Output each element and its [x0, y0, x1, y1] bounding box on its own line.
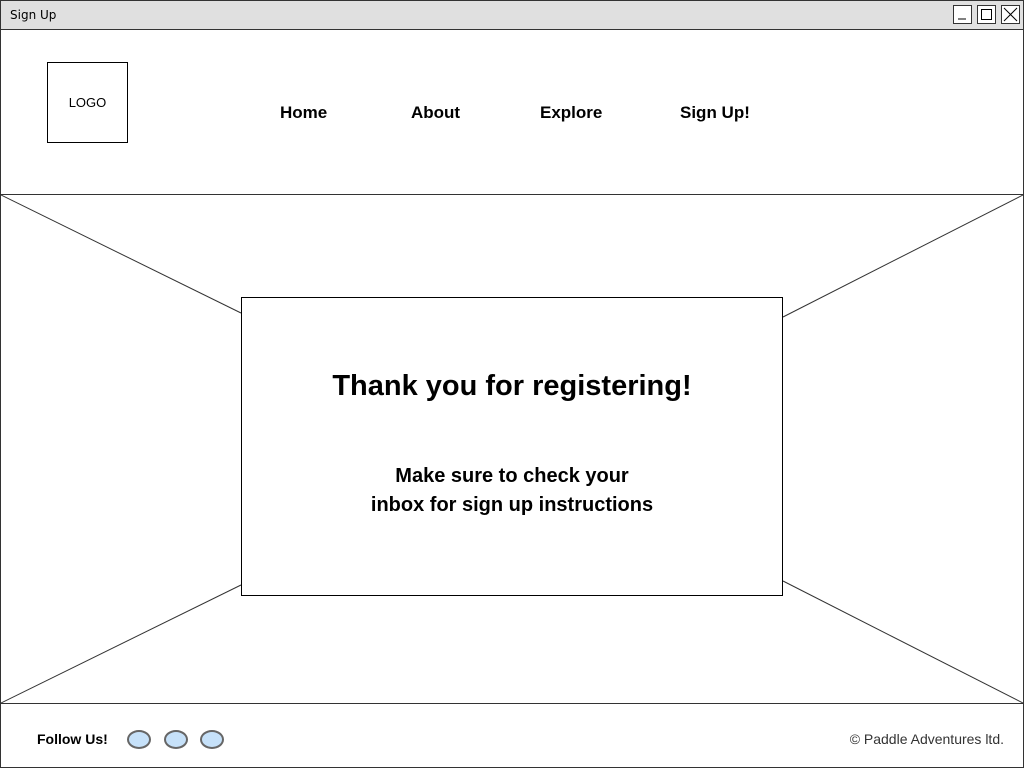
confirmation-title: Thank you for registering!	[332, 370, 692, 402]
browser-window: Sign Up LOGO Home About Explore Sign Up!	[0, 0, 1024, 768]
title-bar: Sign Up	[1, 1, 1023, 30]
confirmation-message-line-2: inbox for sign up instructions	[370, 494, 654, 516]
hero-image-placeholder: Thank you for registering! Make sure to …	[1, 194, 1023, 704]
nav-link-about[interactable]: About	[411, 103, 460, 123]
maximize-icon	[981, 9, 992, 20]
social-circle-icon[interactable]	[200, 730, 224, 749]
window-title: Sign Up	[10, 8, 57, 22]
minimize-button[interactable]	[953, 5, 972, 24]
nav-link-signup[interactable]: Sign Up!	[680, 103, 750, 123]
nav-link-home[interactable]: Home	[280, 103, 327, 123]
nav-link-explore[interactable]: Explore	[540, 103, 602, 123]
close-icon	[1003, 7, 1018, 22]
site-footer: Follow Us! © Paddle Adventures ltd.	[1, 704, 1023, 767]
close-button[interactable]	[1001, 5, 1020, 24]
follow-us-label: Follow Us!	[37, 731, 108, 747]
logo[interactable]: LOGO	[47, 62, 128, 143]
copyright-text: © Paddle Adventures ltd.	[849, 731, 1004, 747]
site-header: LOGO Home About Explore Sign Up!	[1, 30, 1023, 194]
minimize-icon	[958, 18, 966, 20]
maximize-button[interactable]	[977, 5, 996, 24]
social-circle-icon[interactable]	[127, 730, 151, 749]
confirmation-message-line-1: Make sure to check your	[395, 465, 629, 487]
social-circle-icon[interactable]	[164, 730, 188, 749]
confirmation-card: Thank you for registering! Make sure to …	[241, 297, 783, 596]
